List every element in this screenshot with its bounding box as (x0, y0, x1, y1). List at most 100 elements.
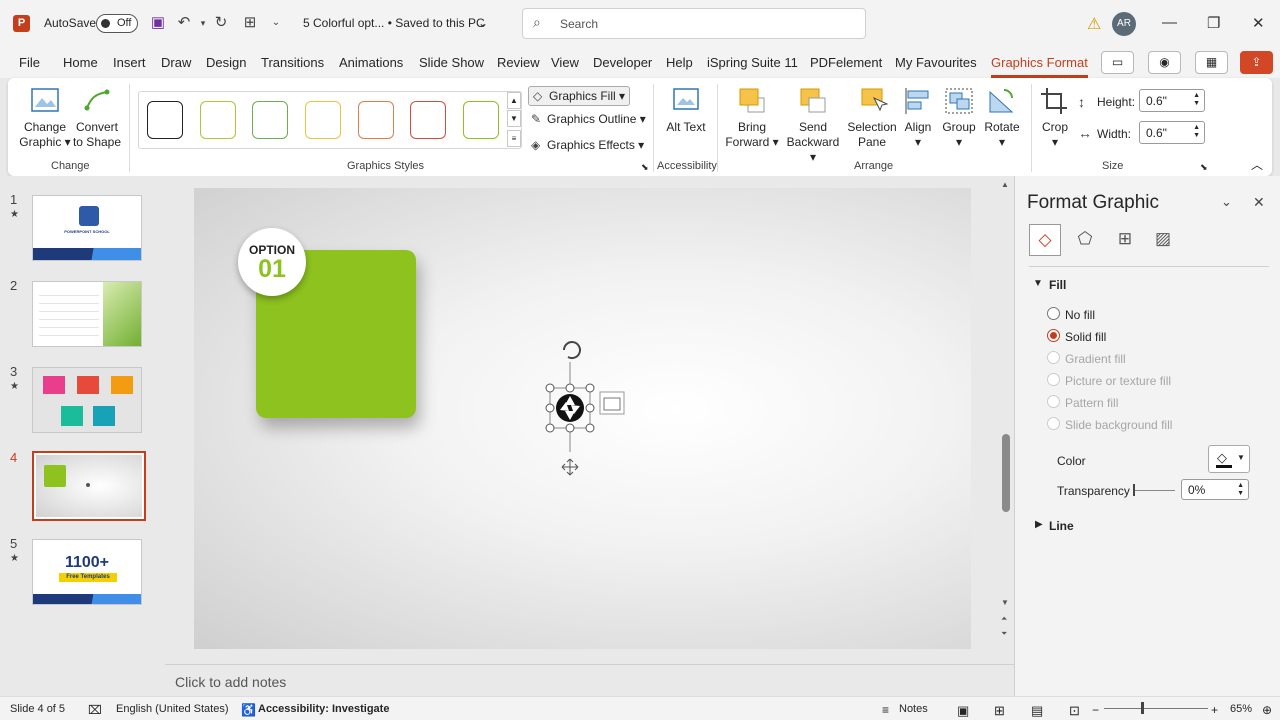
size-properties-icon[interactable]: ⊞ (1109, 224, 1141, 256)
redo-icon[interactable]: ↻ (211, 13, 231, 33)
present-icon[interactable]: ⊞ (240, 13, 260, 33)
style-swatch-3[interactable] (252, 101, 288, 139)
effects-icon[interactable]: ⬠ (1069, 224, 1101, 256)
slide-thumbnail-5[interactable]: 1100+ Free Templates (32, 539, 142, 605)
graphics-effects-button[interactable]: ◈ Graphics Effects ▾ (531, 138, 644, 152)
change-graphic-button[interactable]: Change Graphic ▾ (18, 86, 72, 150)
tab-animations[interactable]: Animations (339, 55, 403, 70)
spinner-icon[interactable]: ▲ ▼ (1193, 92, 1200, 108)
gallery-down-icon[interactable]: ▼ (507, 110, 521, 127)
transparency-field[interactable]: 0% ▲ ▼ (1181, 479, 1249, 500)
style-swatch-2[interactable] (200, 101, 236, 139)
scroll-thumb[interactable] (1002, 434, 1010, 512)
tab-ispring[interactable]: iSpring Suite 11 (707, 55, 798, 70)
vertical-scrollbar[interactable]: ▲ ▼ ⏶ ⏷ (1001, 180, 1011, 646)
slide-thumbnail-1[interactable]: POWERPOINT SCHOOL (32, 195, 142, 261)
pane-options-icon[interactable]: ⌄ (1221, 194, 1232, 210)
solid-fill-radio[interactable] (1047, 329, 1060, 342)
color-picker-button[interactable]: ◇ ▼ (1208, 445, 1250, 473)
record-icon[interactable]: ◉ (1148, 51, 1181, 74)
group-button[interactable]: Group ▾ (940, 86, 978, 150)
fill-section-header[interactable]: Fill (1049, 278, 1066, 292)
selection-pane-button[interactable]: Selection Pane (846, 86, 898, 150)
save-icon[interactable]: ▣ (148, 13, 168, 33)
transparency-slider[interactable] (1133, 490, 1175, 491)
tab-pdfelement[interactable]: PDFelement (810, 55, 882, 70)
convert-to-shape-button[interactable]: Convert to Shape (72, 86, 122, 150)
bring-forward-button[interactable]: Bring Forward ▾ (725, 86, 779, 150)
restore-icon[interactable]: ❐ (1207, 14, 1220, 32)
accessibility-status[interactable]: Accessibility: Investigate (258, 703, 389, 715)
rotate-button[interactable]: Rotate ▾ (982, 86, 1022, 150)
send-backward-button[interactable]: Send Backward ▾ (783, 86, 843, 165)
picture-icon[interactable]: ▨ (1147, 224, 1179, 256)
comments-icon[interactable]: ▭ (1101, 51, 1134, 74)
notes-button[interactable]: Notes (899, 703, 928, 715)
gallery-more-icon[interactable]: ≡ (507, 130, 521, 147)
width-field[interactable]: 0.6" ▲ ▼ (1139, 121, 1205, 144)
tab-view[interactable]: View (551, 55, 579, 70)
warning-icon[interactable]: ⚠ (1087, 14, 1101, 34)
line-expand-icon[interactable]: ▶ (1035, 519, 1043, 530)
option-badge[interactable]: OPTION 01 (238, 228, 306, 296)
share-icon[interactable]: ⇪ (1240, 51, 1273, 74)
graphics-fill-button[interactable]: ◇ Graphics Fill ▾ (528, 86, 631, 106)
spinner-icon[interactable]: ▲ ▼ (1237, 482, 1244, 498)
accessibility-icon[interactable]: ♿ (241, 703, 256, 717)
slide-thumbnail-4[interactable] (32, 451, 146, 521)
rotate-handle-icon[interactable] (563, 341, 581, 360)
close-icon[interactable]: ✕ (1252, 14, 1265, 32)
size-dialog-launcher-icon[interactable]: ⬊ (1200, 160, 1208, 175)
tab-my-favourites[interactable]: My Favourites (895, 55, 977, 70)
tab-file[interactable]: File (19, 55, 40, 70)
alt-text-button[interactable]: Alt Text (664, 86, 708, 135)
fit-to-window-icon[interactable]: ⊕ (1262, 703, 1272, 717)
slide-canvas[interactable]: OPTION 01 (194, 188, 971, 649)
height-field[interactable]: 0.6" ▲ ▼ (1139, 89, 1205, 112)
customize-toolbar-icon[interactable]: ⌄ (266, 13, 286, 33)
fill-line-icon[interactable]: ◇ (1029, 224, 1061, 256)
minimize-icon[interactable]: — (1162, 14, 1177, 31)
teams-icon[interactable]: ▦ (1195, 51, 1228, 74)
styles-dialog-launcher-icon[interactable]: ⬊ (641, 160, 649, 175)
notes-icon[interactable]: ≡ (882, 703, 889, 717)
reading-view-icon[interactable]: ▤ (1031, 703, 1043, 719)
tab-insert[interactable]: Insert (113, 55, 146, 70)
search-box[interactable]: ⌕ Search (522, 8, 866, 39)
avatar[interactable]: AR (1112, 12, 1136, 36)
zoom-level[interactable]: 65% (1230, 703, 1252, 715)
zoom-slider-thumb[interactable] (1141, 702, 1144, 714)
no-fill-label[interactable]: No fill (1065, 308, 1095, 322)
move-handle-icon[interactable] (561, 458, 579, 476)
language-indicator[interactable]: English (United States) (116, 703, 229, 715)
tab-home[interactable]: Home (63, 55, 98, 70)
style-swatch-6[interactable] (410, 101, 446, 139)
tab-slide-show[interactable]: Slide Show (419, 55, 484, 70)
zoom-in-icon[interactable]: + (1211, 703, 1218, 717)
collapse-ribbon-icon[interactable]: ︿ (1251, 158, 1263, 173)
style-swatch-7[interactable] (463, 101, 499, 139)
scroll-up-icon[interactable]: ▲ (1001, 180, 1009, 189)
style-swatch-5[interactable] (358, 101, 394, 139)
undo-dropdown-icon[interactable]: ▾ (193, 13, 213, 33)
slide-sorter-icon[interactable]: ⊞ (994, 703, 1005, 719)
line-section-header[interactable]: Line (1049, 519, 1074, 533)
no-fill-radio[interactable] (1047, 307, 1060, 320)
normal-view-icon[interactable]: ▣ (957, 703, 969, 719)
notes-area[interactable]: Click to add notes (165, 664, 1014, 696)
zoom-out-icon[interactable]: − (1092, 703, 1099, 717)
chevron-down-icon[interactable]: ⌄ (478, 16, 488, 30)
scroll-down-icon[interactable]: ▼ (1001, 598, 1009, 607)
tab-design[interactable]: Design (206, 55, 246, 70)
transparency-slider-thumb[interactable] (1133, 484, 1135, 496)
style-swatch-1[interactable] (147, 101, 183, 139)
tab-draw[interactable]: Draw (161, 55, 191, 70)
spellcheck-icon[interactable]: ⌧ (88, 703, 102, 717)
autosave-toggle[interactable]: Off (96, 14, 138, 33)
slideshow-icon[interactable]: ⊡ (1069, 703, 1080, 719)
tab-help[interactable]: Help (666, 55, 693, 70)
zoom-slider[interactable] (1104, 708, 1208, 709)
style-swatch-4[interactable] (305, 101, 341, 139)
solid-fill-label[interactable]: Solid fill (1065, 330, 1106, 344)
spinner-icon[interactable]: ▲ ▼ (1193, 124, 1200, 140)
